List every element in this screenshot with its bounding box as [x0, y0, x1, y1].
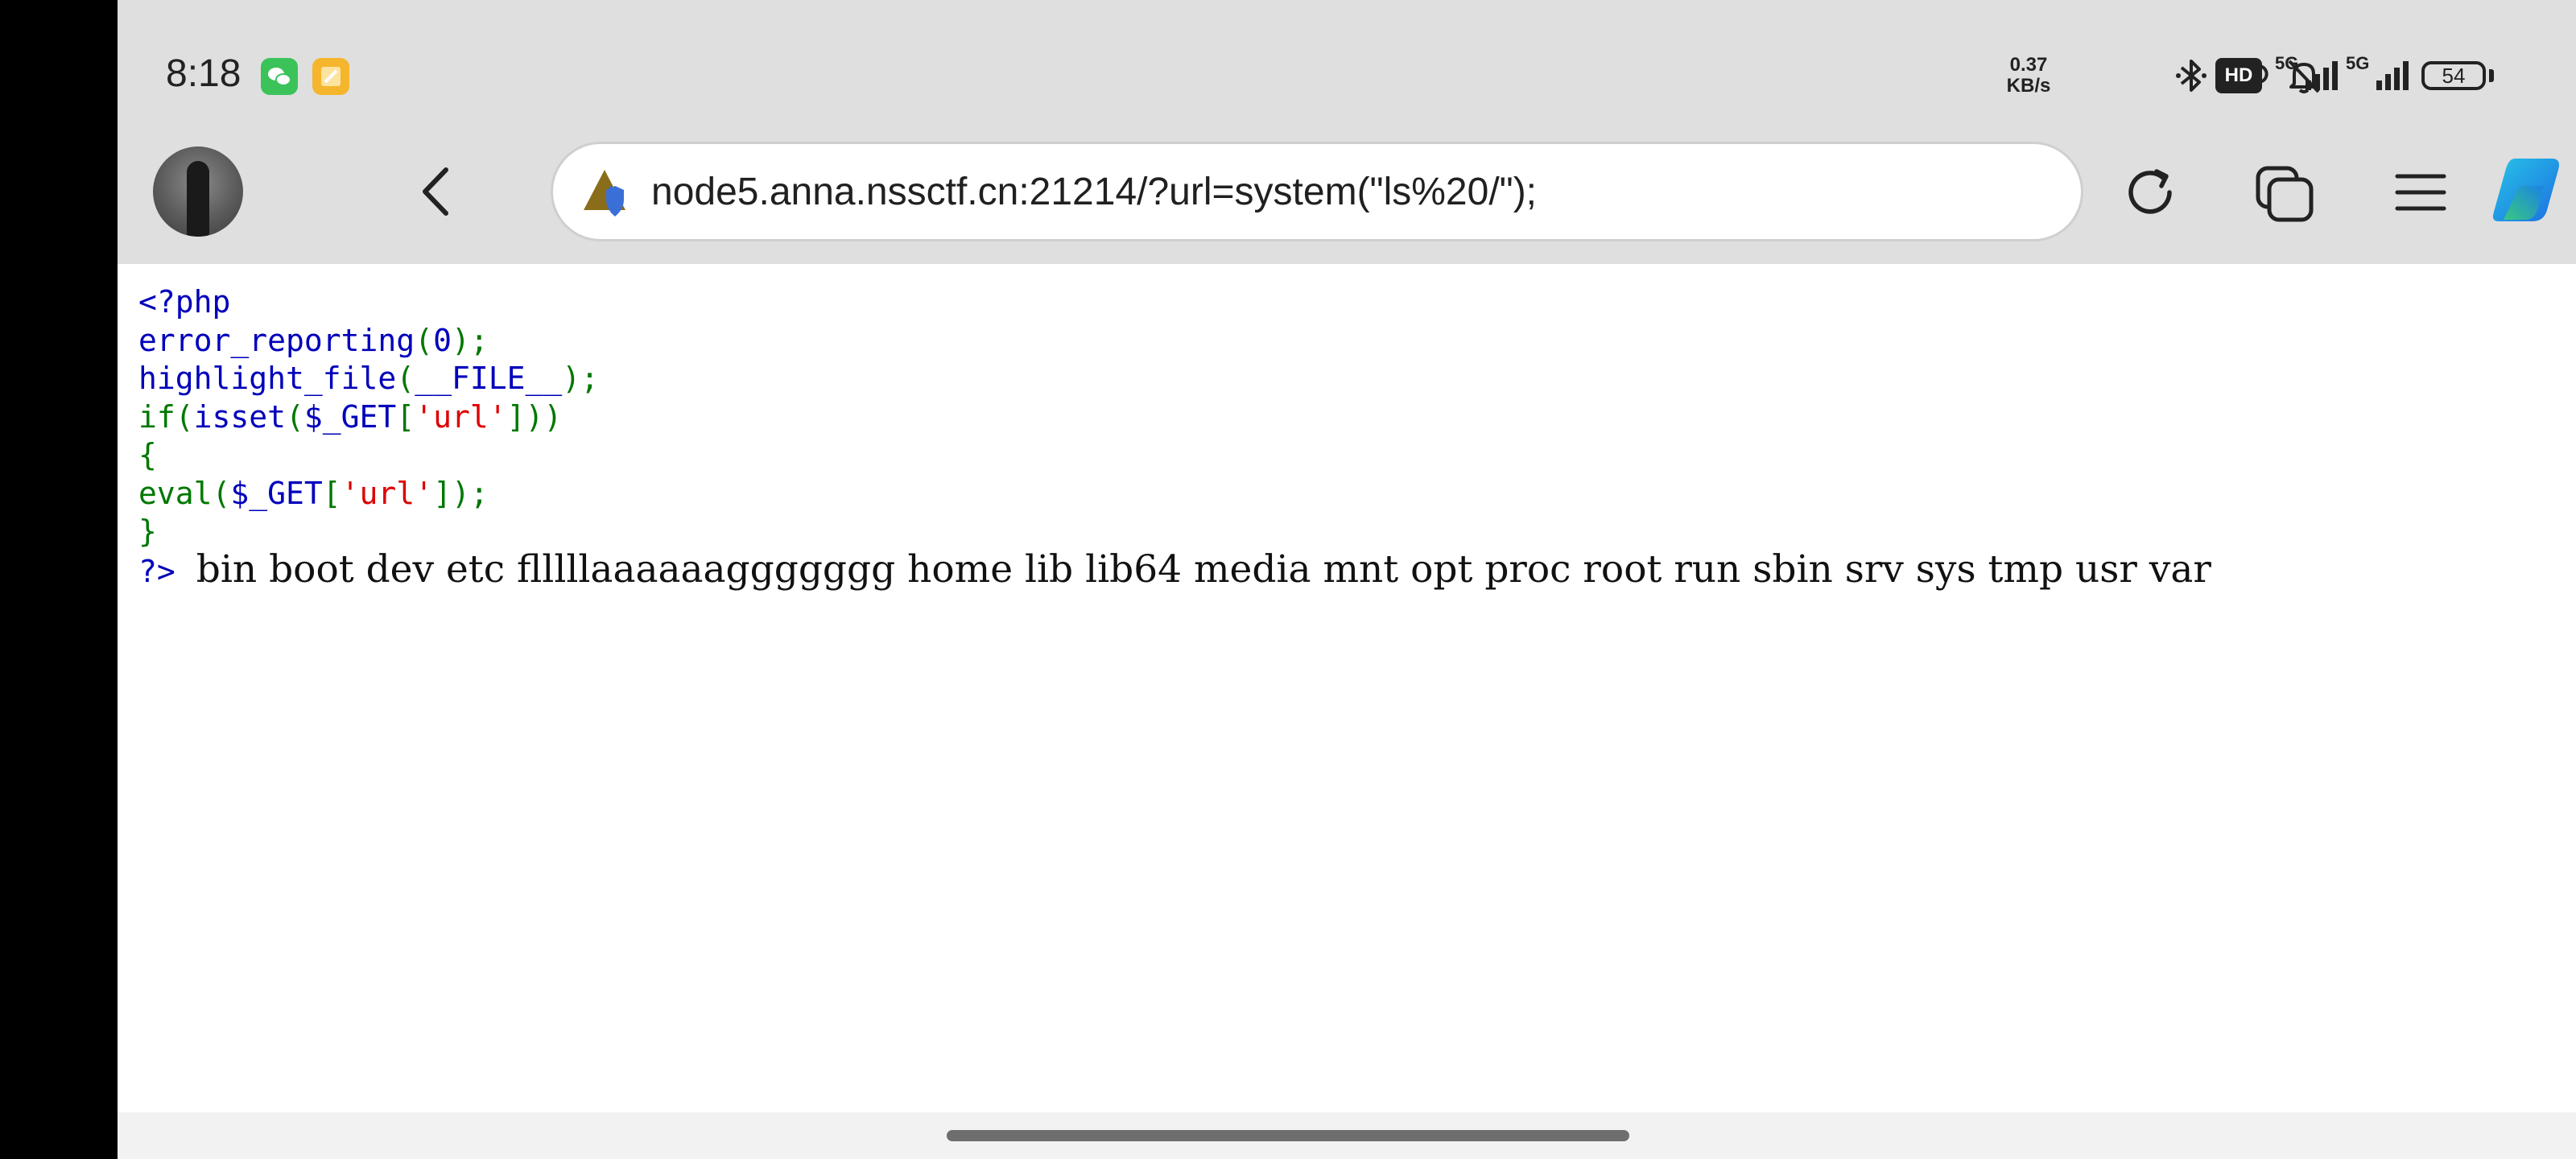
reload-icon — [2128, 169, 2172, 214]
code-token: } — [138, 514, 157, 549]
code-token: isset — [193, 398, 287, 435]
code-token: $_GET — [230, 475, 323, 511]
command-output: bin boot dev etc flllllaaaaaaggggggg hom… — [196, 547, 2211, 592]
gesture-area — [118, 1112, 2576, 1159]
reload-button[interactable] — [2114, 156, 2186, 229]
tabs-button[interactable] — [2249, 156, 2322, 229]
site-security-icon[interactable] — [584, 167, 637, 218]
php-close-tag: ?> — [138, 554, 175, 589]
back-button[interactable] — [404, 158, 472, 225]
network-speed: 0.37 KB/s — [1996, 55, 2061, 97]
code-token: __FILE__ — [415, 361, 563, 396]
menu-icon — [2395, 174, 2446, 211]
code-token: 'url' — [341, 475, 434, 511]
address-bar[interactable]: node5.anna.nssctf.cn:21214/?url=system("… — [551, 142, 2083, 241]
code-token: ); — [562, 361, 599, 396]
menu-button[interactable] — [2384, 156, 2457, 229]
browser-chrome: 8:18 0.37 KB/s HD 5G 5G 54 node5.anna.ns… — [118, 0, 2576, 264]
code-token: highlight_file — [138, 361, 397, 396]
command-output-line: ?> bin boot dev etc flllllaaaaaaggggggg h… — [138, 547, 2211, 592]
avatar[interactable] — [153, 146, 243, 237]
code-token: $_GET — [303, 398, 397, 435]
bluetooth-icon — [2175, 55, 2207, 101]
notes-icon — [312, 58, 349, 95]
code-token: if( — [138, 398, 194, 435]
code-token: eval( — [138, 475, 231, 511]
battery-tip — [2489, 69, 2494, 82]
code-token: ( — [286, 398, 304, 435]
code-token: [ — [322, 475, 341, 511]
code-token: [ — [396, 398, 415, 435]
code-token: ( — [396, 361, 415, 396]
copilot-button[interactable] — [2487, 156, 2576, 229]
network-speed-unit: KB/s — [2006, 75, 2051, 97]
code-token: 0 — [433, 322, 452, 358]
code-token: ])) — [506, 398, 563, 435]
php-source-code: <?php error_reporting(0); highlight_file… — [138, 283, 599, 551]
clock: 8:18 — [166, 52, 242, 95]
home-gesture-bar[interactable] — [947, 1130, 1629, 1141]
code-token: ( — [415, 322, 434, 358]
back-icon — [423, 167, 448, 216]
wechat-icon — [261, 58, 298, 95]
code-token: 'url' — [415, 398, 507, 435]
copilot-icon — [2492, 159, 2559, 221]
status-bar: 8:18 0.37 KB/s HD 5G 5G 54 — [118, 0, 2576, 137]
signal-strength-icon — [2375, 56, 2413, 96]
hd-voice-badge: HD — [2215, 58, 2262, 93]
network-type-label: 5G — [2346, 53, 2370, 73]
battery-icon: 54 — [2421, 61, 2486, 90]
code-token: error_reporting — [138, 322, 415, 358]
code-token: { — [138, 437, 157, 472]
tabs-icon — [2256, 166, 2314, 222]
avatar-figure — [187, 161, 209, 237]
code-token: ); — [451, 322, 489, 358]
network-speed-value: 0.37 — [2009, 54, 2048, 76]
page-content: <?php error_reporting(0); highlight_file… — [118, 264, 2576, 1112]
url-text[interactable]: node5.anna.nssctf.cn:21214/?url=system("… — [651, 168, 1537, 217]
network-type-label: 5G — [2275, 53, 2299, 73]
signal-strength-icon — [2304, 56, 2343, 96]
php-open-tag: <?php — [138, 284, 231, 320]
code-token: ]); — [433, 475, 489, 511]
phone-screen: 8:18 0.37 KB/s HD 5G 5G 54 node5.anna.ns… — [118, 0, 2576, 1159]
